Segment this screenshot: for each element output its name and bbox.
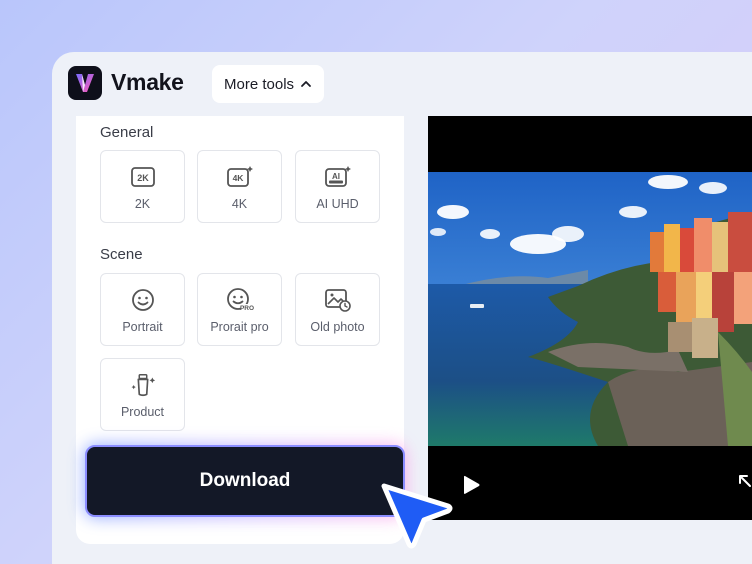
option-label: Old photo [310, 319, 365, 334]
option-label: 4K [231, 196, 248, 211]
chevron-up-icon [301, 81, 311, 87]
logo-v-icon [76, 74, 94, 92]
product-bottle-icon [129, 371, 157, 399]
2k-icon: 2K [129, 163, 157, 191]
option-label: AI UHD [316, 196, 359, 211]
option-label: 2K [134, 196, 151, 211]
more-tools-button[interactable]: More tools [212, 65, 325, 103]
option-label: Prorait pro [210, 319, 269, 334]
pointer-cursor-icon [381, 483, 453, 549]
smiley-pro-icon: PRO [226, 286, 254, 314]
svg-text:AI: AI [332, 172, 340, 181]
old-photo-icon [324, 286, 352, 314]
option-label: Product [120, 404, 165, 419]
option-4k[interactable]: 4K 4K [197, 150, 282, 223]
coastal-village-image [428, 172, 752, 446]
smiley-icon [129, 286, 157, 314]
vmake-logo[interactable] [68, 66, 102, 100]
svg-text:PRO: PRO [239, 305, 253, 312]
play-icon[interactable] [460, 474, 482, 496]
expand-icon[interactable] [738, 474, 752, 492]
svg-text:4K: 4K [232, 173, 244, 183]
option-label: Portrait [122, 319, 163, 334]
option-old-photo[interactable]: Old photo [295, 273, 380, 346]
section-title-scene: Scene [100, 246, 143, 263]
svg-text:2K: 2K [137, 173, 149, 183]
4k-sparkle-icon: 4K [226, 163, 254, 191]
top-bar: Vmake More tools [52, 52, 752, 116]
option-portrait[interactable]: Portrait [100, 273, 185, 346]
more-tools-label: More tools [224, 75, 295, 93]
section-title-general: General [100, 124, 154, 141]
option-product[interactable]: Product [100, 358, 185, 431]
download-button[interactable]: Download [85, 445, 405, 517]
option-2k[interactable]: 2K 2K [100, 150, 185, 223]
brand-name: Vmake [111, 69, 184, 95]
ai-ultra-icon: AI [324, 163, 352, 191]
option-ai-uhd[interactable]: AI AI UHD [295, 150, 380, 223]
video-preview[interactable] [428, 116, 752, 520]
option-portrait-pro[interactable]: PRO Prorait pro [197, 273, 282, 346]
